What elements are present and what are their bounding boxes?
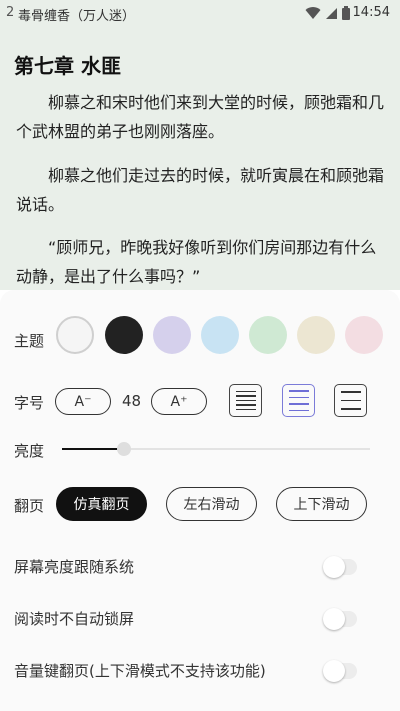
line-spacing-tight-button[interactable] xyxy=(229,384,262,417)
theme-swatch-lavender[interactable] xyxy=(153,316,191,354)
wifi-icon xyxy=(305,6,321,19)
status-bar: 2 毒骨缠香（万人迷） 14:54 xyxy=(0,0,400,26)
line-icon xyxy=(340,408,361,410)
theme-swatch-white[interactable] xyxy=(56,316,94,354)
line-icon xyxy=(235,408,256,411)
battery-icon xyxy=(342,6,350,20)
paragraph: “顾师兄，昨晚我好像听到你们房间那边有什么动静，是出了什么事吗？” xyxy=(16,238,377,286)
no-auto-lock-label: 阅读时不自动锁屏 xyxy=(14,610,135,628)
font-size-value: 48 xyxy=(122,392,142,410)
line-icon xyxy=(288,396,309,398)
brightness-slider[interactable] xyxy=(62,442,370,456)
theme-swatch-pink[interactable] xyxy=(345,316,383,354)
chapter-title: 第七章 水匪 xyxy=(14,54,121,78)
toggle-knob xyxy=(323,608,345,630)
line-spacing-loose-button[interactable] xyxy=(334,384,367,417)
reading-settings-panel: 主题 字号 A⁻ 48 A⁺ 亮度 翻页 仿真翻页 左右滑动 上下滑动 屏幕亮度… xyxy=(0,290,400,711)
line-icon xyxy=(340,399,361,402)
font-decrease-button[interactable]: A⁻ xyxy=(55,388,111,415)
no-auto-lock-toggle[interactable] xyxy=(323,608,357,630)
paragraph: 柳慕之和宋时他们来到大堂的时候，顾弛霜和几个武林盟的弟子也刚刚落座。 xyxy=(16,93,385,141)
status-icons xyxy=(305,6,350,20)
brightness-slider-fill xyxy=(62,448,124,450)
theme-swatch-beige[interactable] xyxy=(297,316,335,354)
reading-area[interactable]: 第七章 水匪 柳慕之和宋时他们来到大堂的时候，顾弛霜和几个武林盟的弟子也刚刚落座… xyxy=(0,26,400,290)
page-turn-simulated-button[interactable]: 仿真翻页 xyxy=(56,487,147,521)
theme-swatch-blue[interactable] xyxy=(201,316,239,354)
follow-system-brightness-toggle[interactable] xyxy=(323,556,357,578)
line-icon xyxy=(288,409,309,411)
page-turn-label: 翻页 xyxy=(14,497,45,515)
line-icon xyxy=(340,391,361,393)
signal-icon xyxy=(326,7,337,19)
status-time: 14:54 xyxy=(352,5,390,20)
line-icon xyxy=(235,399,256,402)
line-icon xyxy=(288,390,309,392)
brightness-label: 亮度 xyxy=(14,442,45,460)
font-increase-button[interactable]: A⁺ xyxy=(151,388,207,415)
volume-key-page-turn-toggle[interactable] xyxy=(323,660,357,682)
toggle-knob xyxy=(323,660,345,682)
theme-swatch-green[interactable] xyxy=(249,316,287,354)
follow-system-brightness-label: 屏幕亮度跟随系统 xyxy=(14,558,135,576)
font-size-label: 字号 xyxy=(14,394,45,412)
volume-key-page-turn-label: 音量键翻页(上下滑模式不支持该功能) xyxy=(14,662,266,680)
line-icon xyxy=(235,390,256,393)
line-icon xyxy=(235,395,256,397)
brightness-slider-thumb[interactable] xyxy=(117,442,131,456)
page-turn-vertical-button[interactable]: 上下滑动 xyxy=(276,487,367,521)
line-spacing-medium-button[interactable] xyxy=(282,384,315,417)
status-time-fragment: 2 xyxy=(6,5,15,20)
line-icon xyxy=(235,404,256,406)
toggle-knob xyxy=(323,556,345,578)
line-icon xyxy=(288,403,309,405)
book-title: 毒骨缠香（万人迷） xyxy=(18,9,136,24)
theme-label: 主题 xyxy=(14,332,45,350)
paragraph: 柳慕之他们走过去的时候，就听寅晨在和顾弛霜说话。 xyxy=(16,166,385,214)
theme-swatch-black[interactable] xyxy=(105,316,143,354)
page-turn-horizontal-button[interactable]: 左右滑动 xyxy=(166,487,257,521)
